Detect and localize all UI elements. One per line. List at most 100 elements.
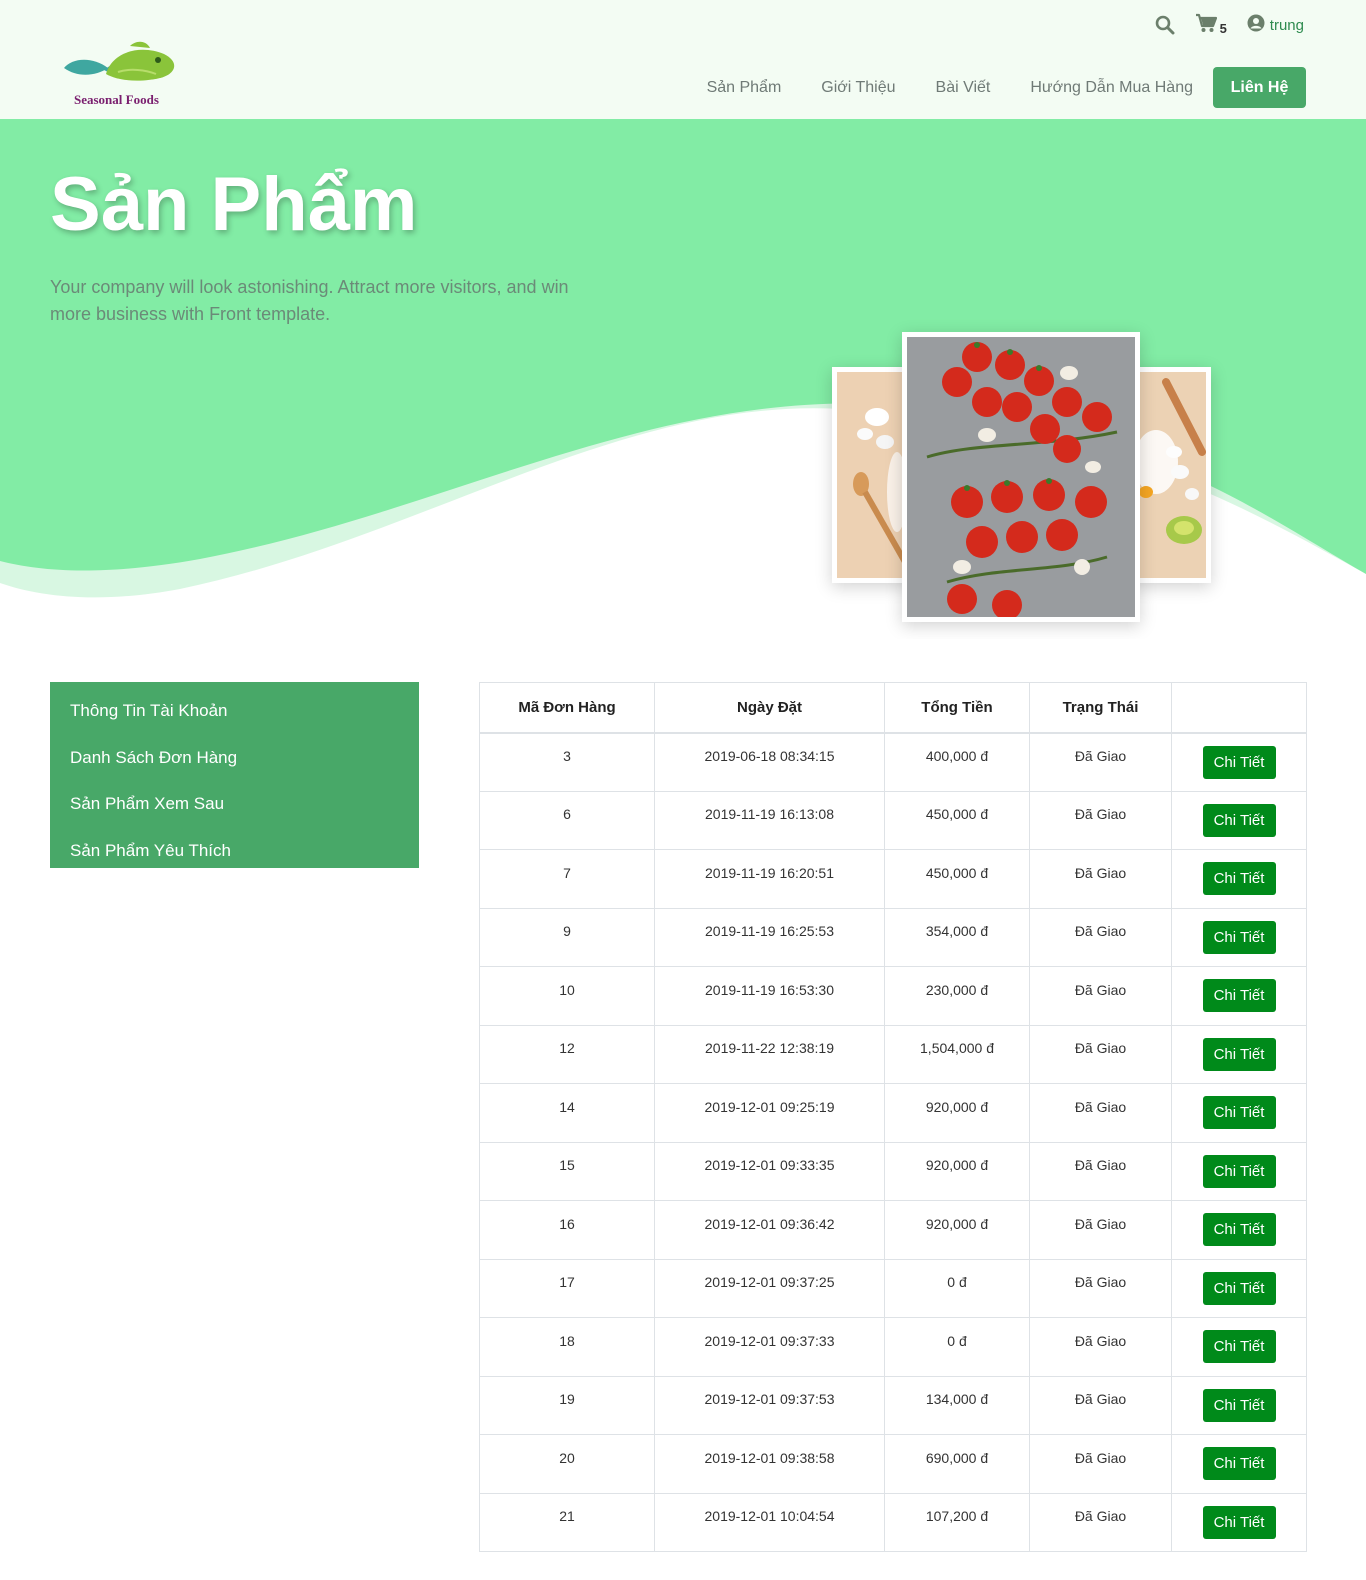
order-detail-button[interactable]: Chi Tiết — [1202, 1213, 1276, 1247]
order-date-cell-text: 2019-11-19 16:13:08 — [705, 806, 834, 823]
order-total-cell: 690,000 đ — [884, 1434, 1030, 1494]
order-detail-button[interactable]: Chi Tiết — [1202, 979, 1276, 1013]
order-date-cell-text: 2019-06-18 08:34:15 — [704, 748, 835, 764]
order-date-cell-text: 2019-12-01 09:33:35 — [704, 1157, 835, 1174]
column-header-total: Tổng Tiền — [884, 682, 1030, 733]
order-detail-button[interactable]: Chi Tiết — [1202, 1330, 1276, 1364]
order-detail-button[interactable]: Chi Tiết — [1202, 1037, 1276, 1071]
nav-item-gioi-thieu[interactable]: Giới Thiệu — [821, 79, 895, 97]
order-date-cell: 2019-11-22 12:38:19 — [654, 1024, 885, 1084]
order-action-cell: Chi Tiết — [1171, 849, 1307, 909]
table-row: 15 2019-12-01 09:33:35 920,000 đ Đã Giao Chi… — [479, 1141, 1307, 1201]
sidebar-item-favorite-products[interactable]: Sản Phẩm Yêu Thích — [50, 828, 419, 875]
order-detail-button[interactable]: Chi Tiết — [1202, 920, 1276, 954]
page-title: Sản Phẩm — [50, 162, 418, 247]
order-status-cell: Đã Giao — [1029, 907, 1172, 967]
order-total-cell-text: 920,000 đ — [925, 1157, 989, 1174]
order-status-cell: Đã Giao — [1029, 1141, 1172, 1201]
order-date-cell-text: 2019-11-19 16:53:30 — [705, 981, 834, 998]
order-id-cell: 14 — [479, 1083, 655, 1143]
order-total-cell-text: 107,200 đ — [925, 1508, 989, 1525]
order-detail-button[interactable]: Chi Tiết — [1202, 1447, 1276, 1481]
order-id-cell: 21 — [479, 1492, 655, 1552]
username: trung — [1269, 16, 1304, 34]
order-detail-button[interactable]: Chi Tiết — [1202, 862, 1276, 896]
order-date-cell: 2019-12-01 09:38:58 — [654, 1434, 885, 1494]
sidebar-item-saved-products[interactable]: Sản Phẩm Xem Sau — [50, 781, 419, 828]
order-id-cell: 15 — [479, 1141, 655, 1201]
order-id-cell: 6 — [479, 790, 655, 850]
order-id-cell-text: 20 — [559, 1449, 575, 1466]
order-date-cell: 2019-12-01 09:33:35 — [654, 1141, 885, 1201]
order-date-cell-text: 2019-11-22 12:38:19 — [705, 1040, 834, 1057]
order-status-cell-text: Đã Giao — [1074, 981, 1127, 998]
site-header: Seasonal Foods 5 trung Sản Phẩm Giới Thi… — [0, 0, 1366, 119]
table-row: 10 2019-11-19 16:53:30 230,000 đ Đã Giao Chi… — [479, 966, 1307, 1026]
order-status-cell: Đã Giao — [1029, 1200, 1172, 1260]
order-action-cell: Chi Tiết — [1171, 790, 1307, 850]
order-status-cell: Đã Giao — [1029, 790, 1172, 850]
table-row: 17 2019-12-01 09:37:25 0 đ Đã Giao Chi Tiết — [479, 1258, 1307, 1318]
order-total-cell: 450,000 đ — [884, 790, 1030, 850]
order-total-cell: 0 đ — [884, 1317, 1030, 1377]
order-total-cell: 107,200 đ — [884, 1492, 1030, 1552]
column-header-status: Trạng Thái — [1029, 682, 1172, 733]
cart-link[interactable]: 5 — [1195, 13, 1227, 38]
order-status-cell-text: Đã Giao — [1074, 1157, 1127, 1174]
order-status-cell: Đã Giao — [1029, 1317, 1172, 1377]
order-id-cell: 3 — [479, 732, 655, 792]
table-row: 12 2019-11-22 12:38:19 1,504,000 đ Đã Giao C… — [479, 1024, 1307, 1084]
column-header-order-id: Mã Đơn Hàng — [479, 682, 655, 733]
order-id-cell-text: 15 — [559, 1157, 575, 1174]
order-action-cell: Chi Tiết — [1171, 1434, 1307, 1494]
hero-banner: Sản Phẩm Your company will look astonish… — [0, 119, 1366, 639]
order-total-cell-text: 0 đ — [947, 1332, 967, 1349]
nav-item-san-pham[interactable]: Sản Phẩm — [707, 79, 782, 97]
table-row: 14 2019-12-01 09:25:19 920,000 đ Đã Giao Chi… — [479, 1083, 1307, 1143]
user-circle-icon — [1247, 14, 1265, 36]
table-row: 9 2019-11-19 16:25:53 354,000 đ Đã Giao Chi … — [479, 907, 1307, 967]
order-date-cell-text: 2019-12-01 10:04:54 — [704, 1508, 835, 1525]
order-detail-button[interactable]: Chi Tiết — [1202, 1388, 1276, 1422]
order-status-cell: Đã Giao — [1029, 1434, 1172, 1494]
order-status-cell-text: Đã Giao — [1074, 1098, 1127, 1115]
product-photo-right — [1131, 367, 1211, 583]
sidebar-item-order-list[interactable]: Danh Sách Đơn Hàng — [50, 735, 419, 782]
order-status-cell-text: Đã Giao — [1074, 864, 1127, 881]
order-action-cell: Chi Tiết — [1171, 1492, 1307, 1552]
order-detail-button[interactable]: Chi Tiết — [1202, 1096, 1276, 1130]
column-header-order-date: Ngày Đặt — [654, 682, 885, 733]
order-total-cell: 920,000 đ — [884, 1141, 1030, 1201]
order-status-cell: Đã Giao — [1029, 966, 1172, 1026]
order-action-cell: Chi Tiết — [1171, 1258, 1307, 1318]
order-id-cell: 7 — [479, 849, 655, 909]
order-detail-button[interactable]: Chi Tiết — [1202, 1505, 1276, 1539]
order-detail-button[interactable]: Chi Tiết — [1202, 803, 1276, 837]
order-total-cell-text: 450,000 đ — [925, 806, 989, 823]
order-action-cell: Chi Tiết — [1171, 1083, 1307, 1143]
order-total-cell: 0 đ — [884, 1258, 1030, 1318]
order-detail-button[interactable]: Chi Tiết — [1202, 1271, 1276, 1305]
order-id-cell-text: 10 — [559, 981, 575, 998]
column-header-actions — [1171, 682, 1307, 733]
logo[interactable]: Seasonal Foods — [60, 38, 190, 110]
nav-item-huong-dan-mua-hang[interactable]: Hướng Dẫn Mua Hàng — [1030, 79, 1193, 97]
order-total-cell: 920,000 đ — [884, 1083, 1030, 1143]
order-id-cell: 17 — [479, 1258, 655, 1318]
order-detail-button[interactable]: Chi Tiết — [1202, 1154, 1276, 1188]
order-id-cell: 20 — [479, 1434, 655, 1494]
order-id-cell-text: 21 — [559, 1508, 575, 1525]
main-nav: Sản Phẩm Giới Thiệu Bài Viết Hướng Dẫn M… — [707, 67, 1306, 108]
nav-item-bai-viet[interactable]: Bài Viết — [936, 79, 991, 97]
contact-button[interactable]: Liên Hệ — [1213, 67, 1306, 108]
sidebar-item-account-info[interactable]: Thông Tin Tài Khoản — [50, 688, 419, 735]
order-id-cell-text: 6 — [563, 806, 571, 823]
order-status-cell-text: Đã Giao — [1074, 806, 1127, 823]
user-account-link[interactable]: trung — [1247, 14, 1304, 36]
order-detail-button[interactable]: Chi Tiết — [1202, 745, 1276, 779]
order-action-cell: Chi Tiết — [1171, 1375, 1307, 1435]
search-icon[interactable] — [1155, 15, 1175, 35]
order-action-cell: Chi Tiết — [1171, 907, 1307, 967]
order-status-cell: Đã Giao — [1029, 849, 1172, 909]
order-status-cell-text: Đã Giao — [1074, 1040, 1127, 1057]
